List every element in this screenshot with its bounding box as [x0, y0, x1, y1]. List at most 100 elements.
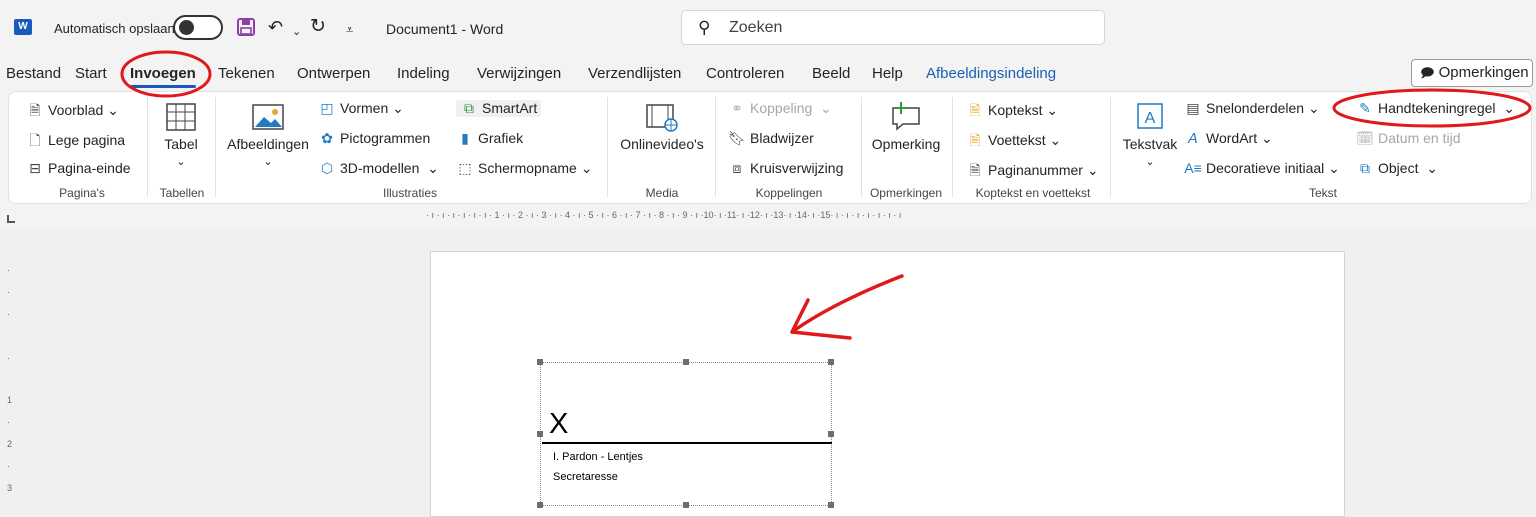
tab-invoegen[interactable]: Invoegen: [130, 65, 196, 88]
resize-handle[interactable]: [828, 359, 834, 365]
resize-handle[interactable]: [683, 502, 689, 508]
pagina-einde-button[interactable]: ⊟ Pagina-einde: [26, 160, 130, 177]
blank-page-icon: 🗋: [29, 132, 41, 148]
search-placeholder: Zoeken: [729, 19, 783, 36]
tab-tekenen[interactable]: Tekenen: [218, 65, 275, 82]
koppeling-button[interactable]: ⚭ Koppeling ⌄: [728, 100, 832, 117]
group-label-comments: Opmerkingen: [869, 186, 943, 200]
object-icon: ⧉: [1360, 160, 1370, 176]
comments-label: Opmerkingen: [1438, 64, 1529, 81]
tab-beeld[interactable]: Beeld: [812, 65, 850, 82]
page-break-icon: ⊟: [29, 160, 41, 176]
date-time-icon: 🗓︎: [1356, 130, 1374, 146]
voorblad-button[interactable]: 🗎 Voorblad ⌄: [26, 100, 119, 124]
group-label-illustrations: Illustraties: [382, 186, 438, 200]
tab-help[interactable]: Help: [872, 65, 903, 82]
bookmark-icon: 🔖︎: [728, 130, 746, 146]
word-logo-icon: W: [14, 19, 32, 35]
customize-toolbar-icon[interactable]: ⩡: [346, 20, 353, 40]
resize-handle[interactable]: [683, 359, 689, 365]
picture-icon: [252, 104, 284, 130]
vertical-ruler[interactable]: · · · · 1 · 2 · 3: [0, 245, 22, 517]
online-video-icon: [646, 104, 678, 132]
tab-ontwerpen[interactable]: Ontwerpen: [297, 65, 370, 82]
separator: [147, 97, 148, 197]
comments-button[interactable]: 🗩 Opmerkingen: [1411, 59, 1533, 87]
new-comment-icon: [892, 102, 920, 131]
group-label-pages: Pagina's: [59, 186, 105, 200]
tab-indeling[interactable]: Indeling: [397, 65, 450, 82]
group-label-header-footer: Koptekst en voettekst: [975, 186, 1091, 200]
vormen-button[interactable]: ◰ Vormen ⌄: [318, 100, 404, 117]
resize-handle[interactable]: [537, 431, 543, 437]
smartart-icon: ⧉: [464, 100, 474, 116]
opmerking-button[interactable]: Opmerking: [868, 100, 944, 152]
snelonderdelen-button[interactable]: ▤ Snelonderdelen ⌄: [1184, 100, 1319, 117]
tabel-button[interactable]: Tabel ⌄: [160, 102, 202, 168]
grafiek-button[interactable]: ▮ Grafiek: [456, 130, 523, 147]
screenshot-icon: ⬚: [458, 160, 472, 176]
signature-line-icon: ✎: [1359, 100, 1371, 116]
tab-bestand[interactable]: Bestand: [6, 65, 61, 82]
lege-pagina-button[interactable]: 🗋 Lege pagina: [26, 130, 125, 154]
document-title: Document1 - Word: [386, 21, 504, 37]
schermopname-button[interactable]: ⬚ Schermopname ⌄: [456, 160, 592, 177]
autosave-label: Automatisch opslaan: [54, 21, 175, 36]
signature-x-mark: X: [549, 408, 569, 440]
header-icon: 🗎: [969, 102, 981, 118]
cover-page-icon: 🗎: [29, 102, 41, 118]
horizontal-ruler[interactable]: · ı · ı · ı · ı · ı · ı · 1 · ı · 2 · ı …: [426, 210, 1346, 224]
title-bar: W Automatisch opslaan ↶ ⌄ ↻ ⩡ Document1 …: [0, 0, 1536, 58]
object-button[interactable]: ⧉ Object ⌄: [1356, 160, 1438, 177]
smartart-button[interactable]: ⧉ SmartArt: [456, 100, 542, 117]
group-label-links: Koppelingen: [755, 186, 823, 200]
toggle-knob: [179, 20, 194, 35]
search-box[interactable]: ⚲ Zoeken: [681, 10, 1105, 45]
resize-handle[interactable]: [828, 431, 834, 437]
signature-line-object[interactable]: [540, 362, 832, 506]
afbeeldingen-button[interactable]: Afbeeldingen ⌄: [224, 102, 312, 168]
decoratieve-initiaal-button[interactable]: A≡ Decoratieve initiaal ⌄: [1184, 160, 1340, 177]
voettekst-button[interactable]: 🗎 Voettekst ⌄: [966, 130, 1061, 154]
chart-icon: ▮: [461, 130, 469, 146]
pictogrammen-button[interactable]: ✿ Pictogrammen: [318, 130, 430, 147]
undo-dropdown-icon[interactable]: ⌄: [292, 22, 301, 42]
autosave-toggle[interactable]: [173, 15, 223, 40]
bladwijzer-button[interactable]: 🔖︎ Bladwijzer: [728, 130, 814, 147]
resize-handle[interactable]: [828, 502, 834, 508]
menu-bar: Bestand Start Invoegen Tekenen Ontwerpen…: [0, 58, 1536, 90]
separator: [861, 97, 862, 197]
paginanummer-button[interactable]: 🗎 Paginanummer ⌄: [966, 160, 1098, 184]
tab-afbeeldingsindeling[interactable]: Afbeeldingsindeling: [926, 65, 1056, 82]
group-label-media: Media: [645, 186, 679, 200]
wordart-button[interactable]: 𝘈 WordArt ⌄: [1184, 130, 1273, 147]
text-box-icon: A: [1137, 103, 1163, 129]
resize-handle[interactable]: [537, 359, 543, 365]
tab-start[interactable]: Start: [75, 65, 107, 82]
tab-verzendlijsten[interactable]: Verzendlijsten: [588, 65, 681, 82]
table-icon: [166, 103, 196, 131]
tab-verwijzingen[interactable]: Verwijzingen: [477, 65, 561, 82]
tekstvak-button[interactable]: A Tekstvak ⌄: [1122, 100, 1178, 168]
tab-controleren[interactable]: Controleren: [706, 65, 784, 82]
svg-text:A: A: [1145, 110, 1156, 127]
3d-modellen-button[interactable]: ⬡ 3D-modellen ⌄: [318, 160, 439, 177]
3d-model-icon: ⬡: [320, 160, 334, 176]
koptekst-button[interactable]: 🗎 Koptekst ⌄: [966, 100, 1058, 124]
page-number-icon: 🗎: [969, 162, 981, 178]
resize-handle[interactable]: [537, 502, 543, 508]
onlinevideo-button[interactable]: Onlinevideo's: [616, 102, 708, 152]
separator: [1110, 97, 1111, 197]
group-label-tables: Tabellen: [159, 186, 205, 200]
handtekeningregel-button[interactable]: ✎ Handtekeningregel ⌄: [1356, 100, 1515, 117]
kruisverwijzing-button[interactable]: ⧈ Kruisverwijzing: [728, 160, 844, 177]
footer-icon: 🗎: [969, 132, 981, 148]
tab-selector-icon[interactable]: [7, 215, 15, 223]
link-icon: ⚭: [731, 100, 743, 116]
comment-icon: 🗩: [1420, 65, 1435, 80]
signer-name: I. Pardon - Lentjes: [553, 451, 643, 463]
redo-icon[interactable]: ↻: [310, 17, 326, 37]
save-icon[interactable]: [236, 17, 256, 41]
datum-en-tijd-button[interactable]: 🗓︎ Datum en tijd: [1356, 130, 1460, 147]
undo-icon[interactable]: ↶: [268, 17, 283, 37]
